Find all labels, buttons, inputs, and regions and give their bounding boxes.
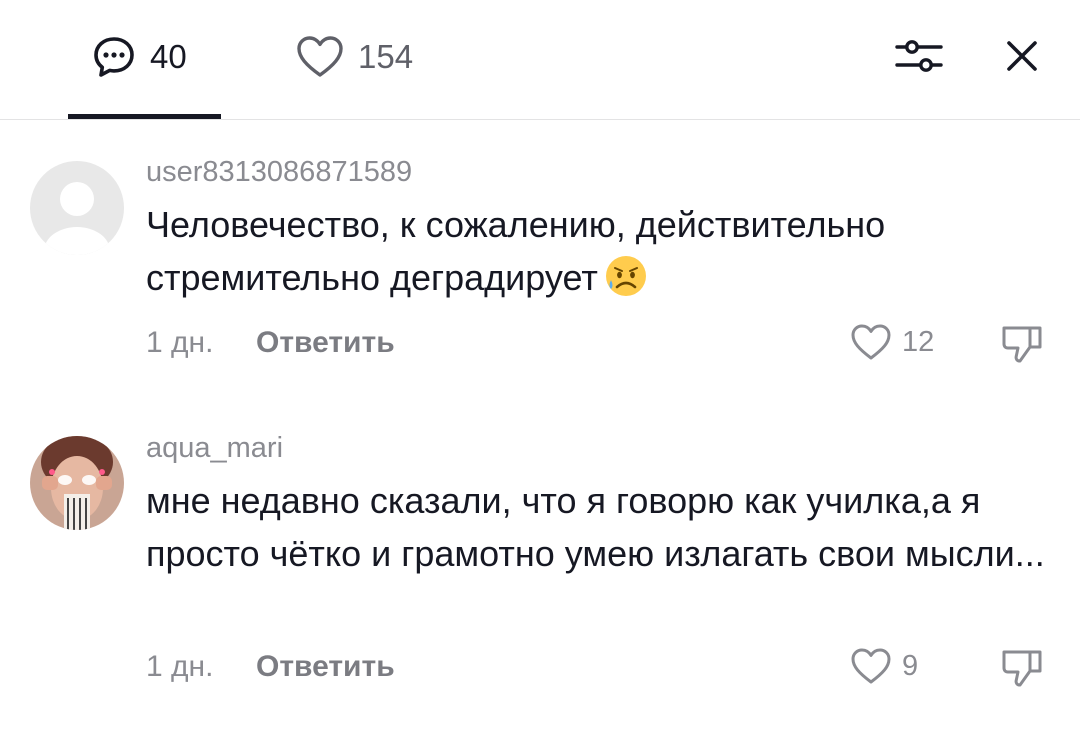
tab-likes[interactable]: 154	[296, 30, 413, 84]
like-button[interactable]: 12	[850, 323, 934, 361]
like-button[interactable]: 9	[850, 647, 918, 685]
comment-text: Человечество, к сожалению, действительно…	[146, 198, 1056, 304]
filter-button[interactable]	[892, 34, 946, 78]
like-count: 9	[902, 649, 919, 682]
reply-button[interactable]: Ответить	[256, 650, 395, 684]
heart-icon	[297, 36, 343, 77]
comment-body: мне недавно сказали, что я говорю как уч…	[146, 480, 1045, 574]
comments-header: 40 154	[0, 0, 1080, 120]
comment-text: мне недавно сказали, что я говорю как уч…	[146, 474, 1056, 580]
heart-icon	[851, 324, 891, 360]
thumbs-down-icon	[1002, 326, 1042, 363]
tab-comments[interactable]: 40	[92, 30, 187, 84]
comment-bubble-icon	[94, 37, 134, 77]
comment-username[interactable]: aqua_mari	[146, 432, 283, 465]
comment-body: Человечество, к сожалению, действительно…	[146, 204, 886, 298]
heart-icon	[851, 648, 891, 684]
filter-sliders-icon	[895, 40, 943, 72]
user-photo-avatar-icon	[30, 436, 124, 530]
comments-count: 40	[150, 38, 187, 75]
dislike-button[interactable]	[1000, 647, 1044, 694]
active-tab-indicator	[68, 114, 221, 119]
sad-sweat-emoji-icon	[605, 256, 646, 296]
dislike-button[interactable]	[1000, 323, 1044, 370]
close-button[interactable]	[1000, 34, 1044, 78]
default-avatar-icon	[30, 161, 124, 255]
close-icon	[1007, 41, 1037, 71]
avatar[interactable]	[30, 161, 124, 255]
likes-count: 154	[358, 38, 414, 75]
comment-username[interactable]: user8313086871589	[146, 156, 412, 189]
reply-button[interactable]: Ответить	[256, 326, 395, 360]
like-count: 12	[902, 325, 935, 358]
comment-time: 1 дн.	[146, 650, 214, 683]
thumbs-down-icon	[1002, 650, 1042, 687]
comment-time: 1 дн.	[146, 326, 214, 359]
avatar[interactable]	[30, 436, 124, 530]
